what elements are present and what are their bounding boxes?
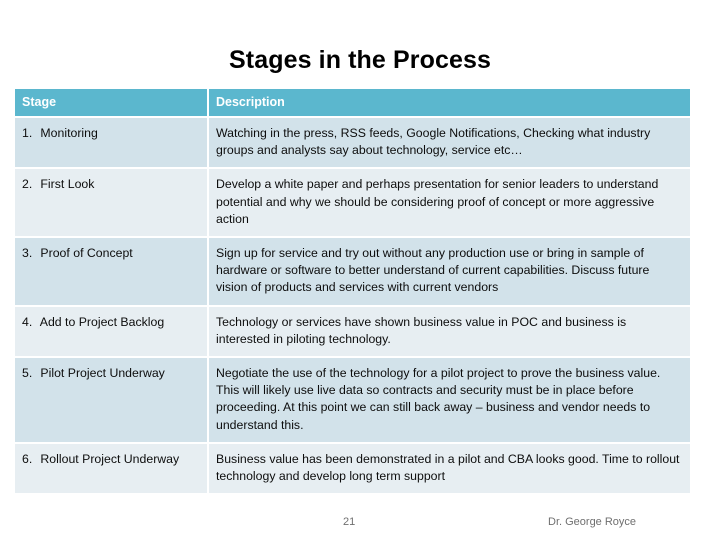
cell-description: Business value has been demonstrated in … [207, 441, 690, 494]
stage-label: Monitoring [40, 126, 98, 140]
stage-number: 3. [22, 246, 33, 261]
table-row: 4. Add to Project Backlog Technology or … [15, 304, 690, 358]
cell-stage: 1. Monitoring [15, 115, 208, 169]
cell-stage: 3. Proof of Concept [15, 236, 208, 306]
stage-number: 5. [22, 366, 33, 381]
slide-footer: 21 Dr. George Royce [0, 516, 720, 536]
table-row: 3. Proof of Concept Sign up for service … [15, 236, 690, 306]
slide-number: 21 [343, 516, 356, 528]
table-row: 6. Rollout Project Underway Business val… [15, 441, 690, 494]
stage-label: First Look [40, 177, 95, 192]
slide: Stages in the Process Stage Description … [0, 0, 720, 540]
cell-stage: 4. Add to Project Backlog [15, 304, 208, 358]
stage-number: 4. [22, 314, 33, 329]
column-header-stage: Stage [15, 89, 208, 117]
stage-label: Pilot Project Underway [40, 366, 165, 381]
stages-table-container: Stage Description 1. Monitoring Watching… [15, 89, 690, 494]
cell-description: Negotiate the use of the technology for … [207, 356, 690, 443]
cell-description: Develop a white paper and perhaps presen… [207, 167, 690, 238]
table-row: 5. Pilot Project Underway Negotiate the … [15, 356, 690, 443]
stage-label: Proof of Concept [40, 246, 133, 261]
table-body: 1. Monitoring Watching in the press, RSS… [15, 115, 690, 494]
table-row: 1. Monitoring Watching in the press, RSS… [15, 115, 690, 169]
cell-description: Watching in the press, RSS feeds, Google… [207, 115, 690, 169]
cell-stage: 5. Pilot Project Underway [15, 356, 208, 443]
page-title: Stages in the Process [229, 46, 491, 74]
stage-number: 6. [22, 451, 33, 466]
cell-description: Sign up for service and try out without … [207, 236, 690, 306]
stage-label: Add to Project Backlog [39, 314, 165, 329]
table-row: 2. First Look Develop a white paper and … [15, 167, 690, 238]
stage-number: 2. [22, 177, 33, 192]
column-header-description: Description [207, 89, 690, 117]
cell-stage: 2. First Look [15, 167, 208, 238]
table-header-row: Stage Description [15, 89, 690, 117]
stages-table: Stage Description 1. Monitoring Watching… [15, 89, 690, 494]
table-header: Stage Description [15, 89, 690, 117]
cell-description: Technology or services have shown busine… [207, 304, 690, 358]
stage-label: Rollout Project Underway [40, 451, 180, 466]
stage-number: 1. [22, 126, 33, 140]
author-name: Dr. George Royce [548, 516, 637, 528]
cell-stage: 6. Rollout Project Underway [15, 441, 208, 494]
